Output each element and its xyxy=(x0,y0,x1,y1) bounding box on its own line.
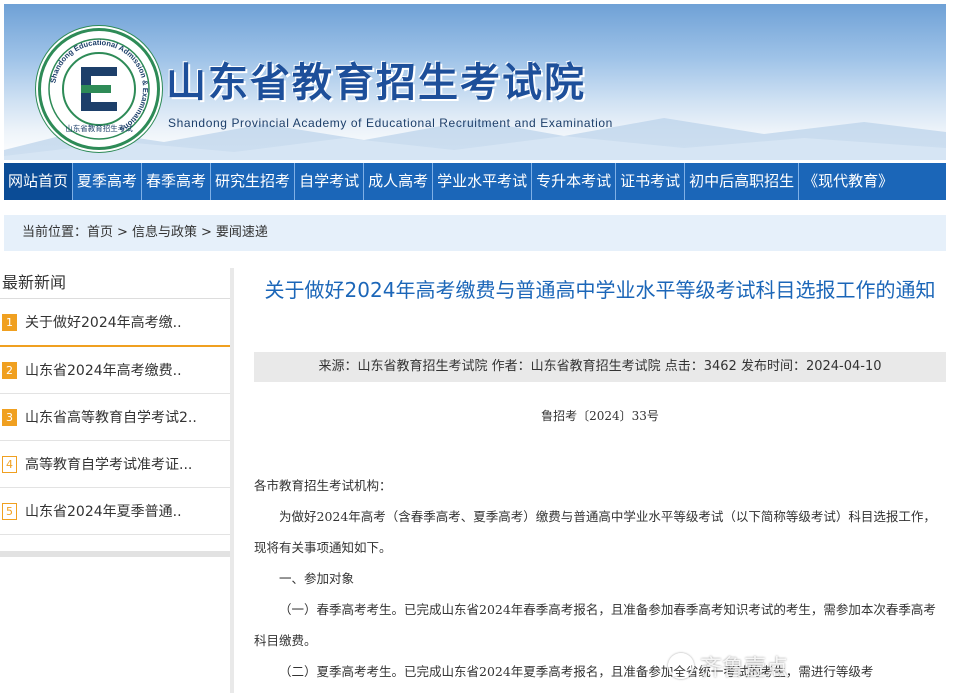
nav-item-certificate[interactable]: 证书考试 xyxy=(616,163,686,200)
article-meta: 来源：山东省教育招生考试院 作者：山东省教育招生考试院 点击：3462 发布时间… xyxy=(254,352,946,382)
breadcrumb-label: 当前位置： xyxy=(22,225,88,240)
news-rank-badge: 5 xyxy=(2,502,17,520)
article-body: 各市教育招生考试机构： 为做好2024年高考（含春季高考、夏季高考）缴费与普通高… xyxy=(254,470,940,687)
nav-item-modern-education[interactable]: 《现代教育》 xyxy=(799,163,897,200)
watermark-logo-icon xyxy=(668,653,694,679)
news-rank-badge: 3 xyxy=(2,408,17,426)
latest-news-sidebar: 最新新闻 1 关于做好2024年高考缴.. 2 山东省2024年高考缴费.. 3… xyxy=(0,268,230,557)
nav-item-spring-gaokao[interactable]: 春季高考 xyxy=(142,163,212,200)
news-list: 1 关于做好2024年高考缴.. 2 山东省2024年高考缴费.. 3 山东省高… xyxy=(0,299,230,535)
breadcrumb-policy[interactable]: 信息与政策 xyxy=(132,225,197,240)
news-link[interactable]: 山东省高等教育自学考试2.. xyxy=(25,407,197,427)
sidebar-bottom-bar xyxy=(0,551,230,557)
news-rank-badge: 2 xyxy=(2,361,17,379)
breadcrumb-news[interactable]: 要闻速递 xyxy=(216,225,268,240)
nav-item-self-study[interactable]: 自学考试 xyxy=(295,163,365,200)
news-link[interactable]: 山东省2024年高考缴费.. xyxy=(25,360,182,380)
news-list-item[interactable]: 2 山东省2024年高考缴费.. xyxy=(0,347,230,394)
nav-item-home[interactable]: 网站首页 xyxy=(4,163,74,200)
nav-item-graduate[interactable]: 研究生招考 xyxy=(211,163,296,200)
site-subtitle: Shandong Provincial Academy of Education… xyxy=(168,116,613,130)
header-banner: Shandong Educational Admission & Examina… xyxy=(4,4,946,160)
nav-item-upgrade[interactable]: 专升本考试 xyxy=(532,163,617,200)
nav-item-academic-level[interactable]: 学业水平考试 xyxy=(433,163,533,200)
breadcrumb-home[interactable]: 首页 xyxy=(87,225,113,240)
news-list-item[interactable]: 1 关于做好2024年高考缴.. xyxy=(0,299,230,347)
breadcrumb-separator: > xyxy=(117,225,128,240)
news-list-item[interactable]: 3 山东省高等教育自学考试2.. xyxy=(0,394,230,441)
article-paragraph: 为做好2024年高考（含春季高考、夏季高考）缴费与普通高中学业水平等级考试（以下… xyxy=(254,509,936,555)
news-link[interactable]: 高等教育自学考试准考证... xyxy=(25,454,192,474)
breadcrumb: 当前位置：首页 > 信息与政策 > 要闻速递 xyxy=(4,215,946,251)
watermark-text: 齐鲁壹点 xyxy=(700,656,789,681)
news-rank-badge: 1 xyxy=(2,313,17,331)
nav-item-summer-gaokao[interactable]: 夏季高考 xyxy=(73,163,143,200)
news-list-item[interactable]: 4 高等教育自学考试准考证... xyxy=(0,441,230,488)
news-link[interactable]: 关于做好2024年高考缴.. xyxy=(25,312,182,332)
article-section-heading: 一、参加对象 xyxy=(279,571,355,586)
article-salutation: 各市教育招生考试机构： xyxy=(254,478,392,493)
article-paragraph: （二）夏季高考考生。已完成山东省2024年夏季高考报名，且准备参加全省统一考试的… xyxy=(279,664,874,679)
main-nav: 网站首页 夏季高考 春季高考 研究生招考 自学考试 成人高考 学业水平考试 专升… xyxy=(4,163,946,200)
article-paragraph: （一）春季高考考生。已完成山东省2024年春季高考报名，且准备参加春季高考知识考… xyxy=(254,602,936,648)
nav-item-vocational[interactable]: 初中后高职招生 xyxy=(685,163,800,200)
article-title: 关于做好2024年高考缴费与普通高中学业水平等级考试科目选报工作的通知 xyxy=(264,278,936,302)
sidebar-title: 最新新闻 xyxy=(0,268,230,299)
column-divider xyxy=(230,268,234,693)
site-title: 山东省教育招生考试院 xyxy=(166,60,586,106)
news-list-item[interactable]: 5 山东省2024年夏季普通.. xyxy=(0,488,230,535)
logo-bottom-text: 山东省教育招生考试 xyxy=(65,123,133,133)
news-rank-badge: 4 xyxy=(2,455,17,473)
academy-logo[interactable]: Shandong Educational Admission & Examina… xyxy=(38,28,160,150)
document-number: 鲁招考〔2024〕33号 xyxy=(541,409,659,423)
watermark: 齐鲁壹点 xyxy=(668,646,788,686)
news-link[interactable]: 山东省2024年夏季普通.. xyxy=(25,501,182,521)
breadcrumb-separator: > xyxy=(200,225,212,240)
nav-item-adult-gaokao[interactable]: 成人高考 xyxy=(364,163,434,200)
